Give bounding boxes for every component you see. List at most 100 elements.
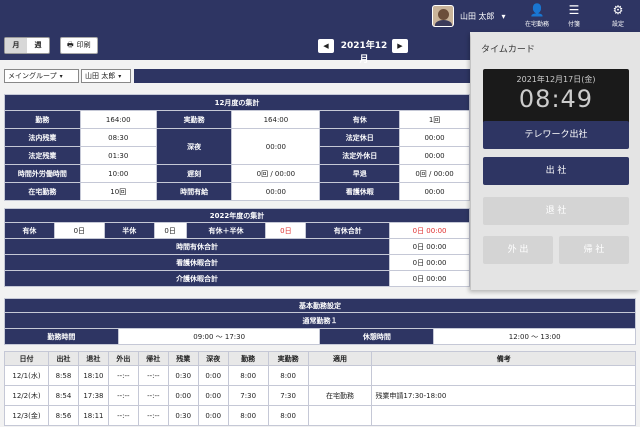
table-cell: 在宅勤務 — [307, 385, 373, 406]
column-header: 日付 — [4, 351, 49, 366]
table-cell: 8:00 — [267, 365, 309, 386]
summary-value: 0回 / 00:00 — [231, 164, 321, 183]
clock-in-button[interactable]: 出 社 — [483, 157, 629, 185]
column-header: 適用 — [307, 351, 373, 366]
chevron-down-icon: ▾ — [59, 73, 63, 80]
column-header: 帰社 — [137, 351, 169, 366]
table-cell: 残業申請17:30-18:00 — [371, 385, 636, 406]
table-cell: 0:00 — [197, 405, 229, 426]
column-header: 深夜 — [197, 351, 229, 366]
table-cell — [371, 365, 636, 386]
summary-value: 00:00 — [399, 128, 470, 147]
table-cell: 8:54 — [47, 385, 79, 406]
summary-value: 10:00 — [79, 164, 157, 183]
table-row[interactable]: 12/3(金) 8:56 18:11 --:-- --:-- 0:30 0:00… — [4, 405, 636, 426]
paid-leave-value: 0日 — [53, 222, 105, 239]
printer-icon: 🖶 — [67, 41, 74, 49]
break-time-label: 休憩時間 — [319, 328, 435, 345]
summary-value: 1回 — [399, 110, 470, 129]
summary-label: 時間外労働時間 — [4, 164, 81, 183]
remote-work-label: 在宅勤務 — [524, 21, 549, 28]
summary-label: 法定休日 — [319, 128, 401, 147]
date-cell[interactable]: 12/1(水) — [4, 365, 49, 386]
filter-bar — [134, 69, 470, 83]
current-month: 2021年12月 — [340, 41, 388, 65]
settings-label: 設定 — [611, 21, 624, 28]
next-month-button[interactable]: ▶ — [392, 39, 408, 53]
annual-row-label: 介護休暇合計 — [3, 270, 391, 287]
table-cell: 7:30 — [227, 385, 269, 406]
table-cell: --:-- — [107, 405, 139, 426]
memo-button[interactable]: ☰ 付箋 — [556, 2, 592, 30]
clock-out-button[interactable]: 退 社 — [483, 197, 629, 225]
summary-label: 遅刻 — [155, 164, 233, 183]
summary-label: 早退 — [319, 164, 401, 183]
table-cell: 8:58 — [47, 365, 79, 386]
table-cell — [307, 365, 373, 386]
summary-value: 10回 — [79, 182, 157, 201]
user-menu[interactable]: 山田 太郎 ▾ — [432, 3, 506, 29]
table-cell: 0:00 — [197, 365, 229, 386]
summary-value: 164:00 — [79, 110, 157, 129]
table-row[interactable]: 12/2(木) 8:54 17:38 --:-- --:-- 0:00 0:00… — [4, 385, 636, 406]
table-cell: 17:38 — [77, 385, 109, 406]
summary-value: 00:00 — [399, 182, 470, 201]
telework-clock-in-button[interactable]: テレワーク出社 — [483, 121, 629, 149]
settings-button[interactable]: ⚙ 設定 — [600, 2, 636, 30]
table-cell: --:-- — [107, 365, 139, 386]
group-select-value: メイングループ — [8, 72, 57, 80]
calendar-toolbar: 月 週 🖶 印刷 ◀ 2021年12月 ▶ — [0, 32, 470, 65]
annual-row-label: 看護休暇合計 — [3, 254, 391, 271]
return-button[interactable]: 帰 社 — [559, 236, 629, 264]
annual-row-value: 0日 00:00 — [389, 238, 470, 255]
annual-row-label: 時間有休合計 — [3, 238, 391, 255]
person-icon: 👤 — [529, 3, 545, 17]
table-cell: --:-- — [137, 385, 169, 406]
summary-value: 00:00 — [231, 182, 321, 201]
table-cell: 7:30 — [267, 385, 309, 406]
view-week-button[interactable]: 週 — [27, 38, 49, 53]
combined-leave-label: 有休＋半休 — [185, 222, 267, 239]
work-pattern: 通常勤務１ — [4, 312, 636, 329]
column-header: 退社 — [77, 351, 109, 366]
monthly-summary-title: 12月度の集計 — [4, 94, 470, 111]
column-header: 備考 — [371, 351, 636, 366]
go-out-button[interactable]: 外 出 — [483, 236, 553, 264]
table-cell: 0:30 — [167, 365, 199, 386]
summary-label: 勤務 — [4, 110, 81, 129]
half-leave-label: 半休 — [103, 222, 155, 239]
table-cell: 8:00 — [227, 405, 269, 426]
summary-label: 法定外休日 — [319, 146, 401, 165]
clock-date: 2021年12月17日(金) — [516, 75, 596, 84]
summary-label: 法定残業 — [4, 146, 81, 165]
basic-settings-table: 基本勤務設定 通常勤務１ 勤務時間 09:00 ～ 17:30 休憩時間 12:… — [4, 298, 636, 345]
gear-icon: ⚙ — [612, 3, 624, 17]
prev-month-button[interactable]: ◀ — [318, 39, 334, 53]
summary-label: 実勤務 — [155, 110, 233, 129]
work-time-value: 09:00 ～ 17:30 — [117, 328, 321, 345]
date-cell[interactable]: 12/3(金) — [4, 405, 49, 426]
date-cell[interactable]: 12/2(木) — [4, 385, 49, 406]
table-cell: 0:30 — [167, 405, 199, 426]
summary-label: 時間有給 — [155, 182, 233, 201]
table-cell: 18:10 — [77, 365, 109, 386]
table-row[interactable]: 12/1(水) 8:58 18:10 --:-- --:-- 0:30 0:00… — [4, 365, 636, 386]
remote-work-button[interactable]: 👤 在宅勤務 — [519, 2, 555, 30]
table-cell: 18:11 — [77, 405, 109, 426]
user-name: 山田 太郎 — [460, 11, 495, 21]
daily-attendance-table: 日付 出社 退社 外出 帰社 残業 深夜 勤務 実勤務 適用 備考 12/1(水… — [4, 351, 636, 426]
summary-value: 0回 / 00:00 — [399, 164, 470, 183]
timecard-panel: タイムカード 2021年12月17日(金) 08:49 テレワーク出社 出 社 … — [471, 32, 640, 290]
memo-label: 付箋 — [567, 21, 580, 28]
summary-value: 164:00 — [231, 110, 321, 129]
summary-label: 看護休暇 — [319, 182, 401, 201]
summary-value: 00:00 — [399, 146, 470, 165]
view-month-button[interactable]: 月 — [5, 38, 27, 53]
avatar — [432, 5, 454, 27]
print-button[interactable]: 🖶 印刷 — [60, 37, 98, 54]
user-select[interactable]: 山田 太郎 ▾ — [81, 69, 131, 83]
leave-total-label: 有休合計 — [305, 222, 391, 239]
paid-leave-label: 有休 — [4, 222, 55, 239]
group-select[interactable]: メイングループ ▾ — [4, 69, 79, 83]
user-select-value: 山田 太郎 — [85, 72, 116, 80]
